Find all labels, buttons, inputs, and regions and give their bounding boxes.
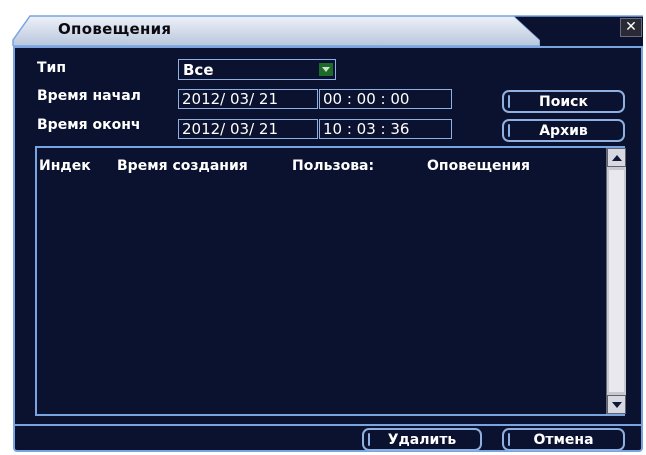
end-date-field[interactable]: 2012/ 03/ 21 xyxy=(178,119,318,139)
cancel-button[interactable]: Отмена xyxy=(502,428,625,451)
start-date-field[interactable]: 2012/ 03/ 21 xyxy=(178,89,318,109)
archive-button[interactable]: Архив xyxy=(502,119,625,142)
scroll-track[interactable] xyxy=(609,170,624,392)
list-scrollbar[interactable] xyxy=(606,148,626,414)
chevron-down-icon[interactable] xyxy=(319,63,333,76)
column-header-index: Индек xyxy=(39,158,91,174)
end-time-field[interactable]: 10 : 03 : 36 xyxy=(319,119,452,139)
type-label: Тип xyxy=(37,60,67,76)
alarms-window: Оповещения ✕ Тип Все Время начал 2012/ 0… xyxy=(0,0,646,455)
column-header-created: Время создания xyxy=(117,158,248,174)
start-time-field[interactable]: 00 : 00 : 00 xyxy=(319,89,452,109)
type-select-value: Все xyxy=(183,61,214,79)
column-header-user: Пользова: xyxy=(292,158,375,174)
scroll-up-icon[interactable] xyxy=(607,148,626,167)
start-time-label: Время начал xyxy=(37,88,141,104)
scroll-down-icon[interactable] xyxy=(607,395,626,414)
type-select[interactable]: Все xyxy=(178,59,336,80)
search-button[interactable]: Поиск xyxy=(502,90,625,113)
window-title: Оповещения xyxy=(58,20,172,38)
column-header-alarms: Оповещения xyxy=(427,158,530,174)
close-icon[interactable]: ✕ xyxy=(620,18,642,37)
alarm-list[interactable]: Индек Время создания Пользова: Оповещени… xyxy=(35,146,626,416)
end-time-label: Время оконч xyxy=(37,117,141,133)
footer-divider xyxy=(13,424,643,426)
delete-button[interactable]: Удалить xyxy=(362,428,482,451)
